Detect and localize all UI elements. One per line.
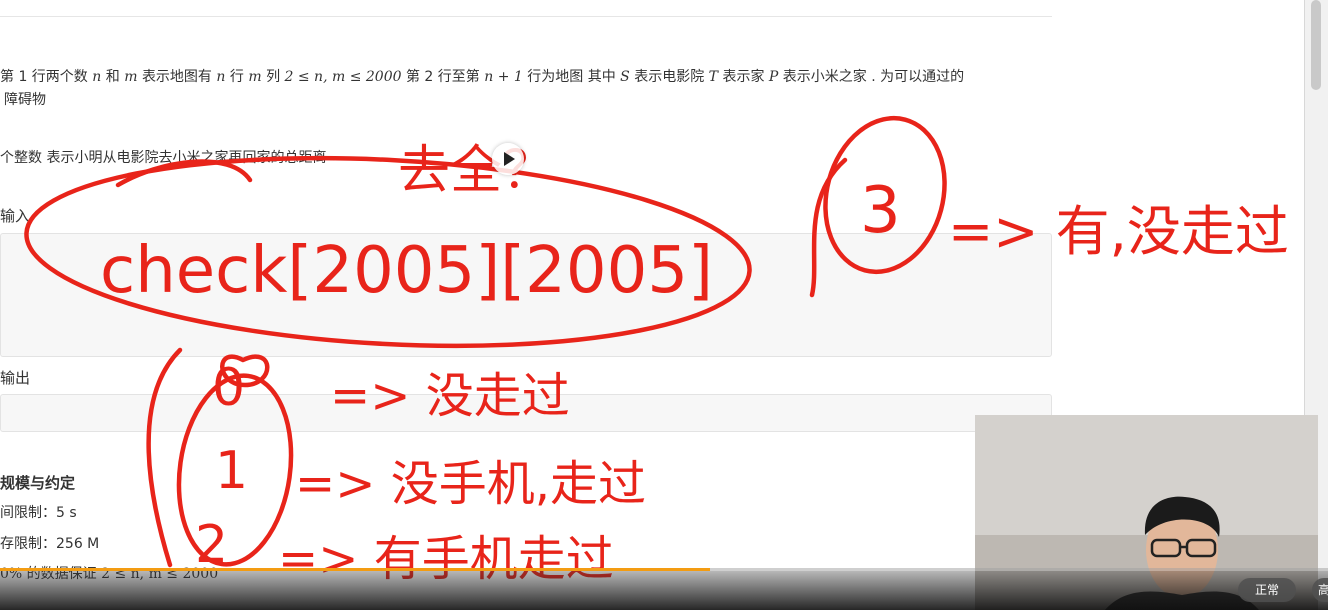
play-icon[interactable] (492, 143, 524, 175)
sample-output-box[interactable] (0, 394, 1052, 432)
input-description-line1: 第 1 行两个数 n 和 m 表示地图有 n 行 m 列 2 ≤ n, m ≤ … (0, 69, 965, 85)
sample-input-heading: 输入 (0, 207, 31, 225)
output-description: 个整数 表示小明从电影院去小米之家再回家的总距离 (0, 150, 327, 166)
input-description-line2: 障碍物 (4, 92, 46, 108)
video-progress-bar[interactable] (0, 568, 1328, 571)
player-control-bar (0, 571, 1328, 610)
video-progress-fill (0, 568, 711, 571)
scrollbar-thumb[interactable] (1311, 0, 1321, 90)
time-limit: 间限制：5 s (0, 505, 77, 521)
playback-speed-button[interactable]: 正常 (1238, 578, 1296, 602)
sample-output-heading: 输出 (0, 369, 31, 387)
memory-limit: 存限制：256 M (0, 536, 100, 552)
limits-heading: 规模与约定 (0, 474, 76, 492)
sample-input-box[interactable] (0, 233, 1052, 357)
divider (0, 16, 1052, 17)
